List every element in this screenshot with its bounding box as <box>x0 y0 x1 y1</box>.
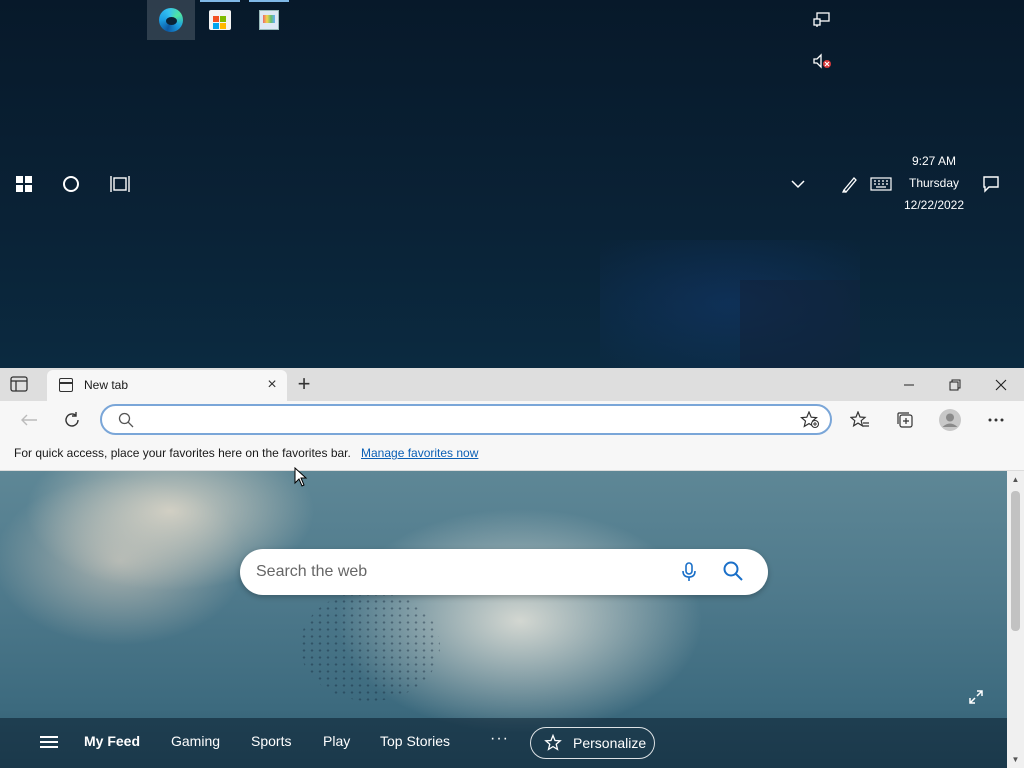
feed-more-button[interactable]: ··· <box>490 730 509 748</box>
network-icon[interactable] <box>810 8 834 32</box>
restore-button[interactable] <box>932 368 978 401</box>
favorites-bar-hint: For quick access, place your favorites h… <box>14 446 351 460</box>
chevron-up-icon[interactable] <box>786 172 810 196</box>
taskbar-clock[interactable]: 9:27 AM Thursday 12/22/2022 <box>896 150 972 216</box>
edge-browser-window: New tab × + For quick access, place your… <box>0 368 1024 768</box>
notifications-icon[interactable] <box>979 172 1003 196</box>
tab-close-button[interactable]: × <box>263 376 281 394</box>
browser-toolbar <box>0 401 1024 439</box>
paint-icon <box>259 10 279 30</box>
collections-button[interactable] <box>890 406 920 434</box>
clock-time: 9:27 AM <box>911 154 957 168</box>
new-tab-favicon-icon <box>59 378 73 392</box>
mouse-cursor-icon <box>294 466 308 487</box>
desktop-taskbar-area: 9:27 AM Thursday 12/22/2022 <box>0 0 1024 368</box>
volume-muted-icon[interactable] <box>810 49 834 73</box>
expand-background-icon[interactable] <box>968 689 988 709</box>
address-bar[interactable] <box>100 404 832 435</box>
cortana-circle-icon[interactable] <box>63 176 79 192</box>
manage-favorites-link[interactable]: Manage favorites now <box>361 446 478 460</box>
page-scrollbar[interactable]: ▲ ▼ <box>1007 471 1024 768</box>
settings-more-button[interactable] <box>981 406 1011 434</box>
personalize-label: Personalize <box>573 735 647 751</box>
scroll-thumb[interactable] <box>1011 491 1020 631</box>
search-icon <box>118 412 134 433</box>
taskbar-edge-button[interactable] <box>147 0 195 40</box>
search-submit-icon[interactable] <box>722 560 746 584</box>
edge-icon <box>159 8 183 32</box>
new-tab-button[interactable]: + <box>294 373 314 395</box>
tab-strip: New tab × + <box>0 368 1024 401</box>
new-tab-page: My Feed Gaming Sports Play Top Stories ·… <box>0 471 1007 768</box>
feed-tab-play[interactable]: Play <box>323 733 350 749</box>
tab-actions-icon[interactable] <box>10 376 38 394</box>
clock-date: 12/22/2022 <box>903 198 965 212</box>
personalize-button[interactable]: Personalize <box>530 727 655 759</box>
scroll-down-arrow-icon[interactable]: ▼ <box>1011 755 1020 764</box>
background-bubbles <box>300 591 440 701</box>
feed-tab-my-feed[interactable]: My Feed <box>84 733 140 749</box>
profile-avatar[interactable] <box>935 406 965 434</box>
tab-title: New tab <box>84 378 129 392</box>
close-window-button[interactable] <box>978 368 1024 401</box>
scroll-up-arrow-icon[interactable]: ▲ <box>1011 475 1020 484</box>
taskbar-paint-button[interactable] <box>245 0 293 40</box>
taskbar-store-button[interactable] <box>196 0 244 40</box>
tab-new-tab[interactable]: New tab × <box>47 370 287 401</box>
favorites-bar: For quick access, place your favorites h… <box>0 439 1024 471</box>
pen-icon[interactable] <box>838 172 862 196</box>
favorites-button[interactable] <box>845 406 875 434</box>
store-icon <box>209 10 231 30</box>
touch-keyboard-icon[interactable] <box>869 172 893 196</box>
windows-logo-icon[interactable] <box>16 176 32 192</box>
web-search-input[interactable] <box>256 561 656 583</box>
feed-navigation-bar: My Feed Gaming Sports Play Top Stories ·… <box>0 718 1007 768</box>
web-search-box[interactable] <box>240 549 768 595</box>
task-view-icon[interactable] <box>110 174 130 194</box>
desktop-wallpaper-shape <box>740 280 860 368</box>
address-input[interactable] <box>142 410 782 430</box>
refresh-button[interactable] <box>57 406 87 434</box>
minimize-button[interactable] <box>886 368 932 401</box>
feed-tab-sports[interactable]: Sports <box>251 733 291 749</box>
back-button[interactable] <box>14 406 44 434</box>
clock-day: Thursday <box>908 176 960 190</box>
personalize-star-icon <box>544 733 562 752</box>
add-favorite-star-icon[interactable] <box>800 410 820 434</box>
feed-tab-gaming[interactable]: Gaming <box>171 733 220 749</box>
feed-tab-top-stories[interactable]: Top Stories <box>380 733 450 749</box>
hamburger-menu-icon[interactable] <box>40 736 58 750</box>
taskbar-row: 9:27 AM Thursday 12/22/2022 <box>0 150 1024 218</box>
microphone-icon[interactable] <box>678 561 700 583</box>
